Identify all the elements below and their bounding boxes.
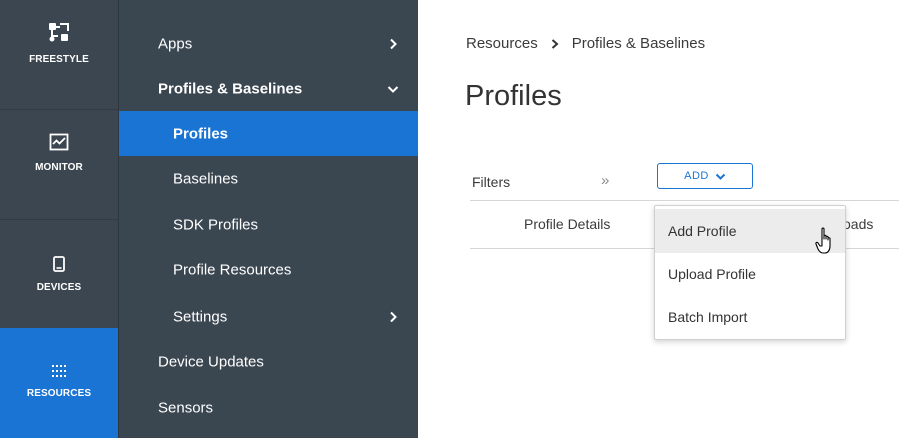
rail-item-label: FREESTYLE: [29, 54, 89, 65]
rail-item-freestyle[interactable]: FREESTYLE: [0, 0, 118, 110]
nav-item-profiles-baselines[interactable]: Profiles & Baselines: [119, 66, 419, 111]
nav-item-baselines[interactable]: Baselines: [119, 156, 419, 201]
resources-icon: [51, 364, 67, 378]
sub-navigation: Apps Profiles & Baselines Profiles Basel…: [118, 0, 419, 438]
nav-item-settings[interactable]: Settings: [119, 294, 419, 339]
nav-item-label: SDK Profiles: [173, 216, 259, 233]
nav-item-label: Baselines: [173, 170, 239, 187]
chevron-right-icon: [390, 38, 397, 49]
nav-item-label: Device Updates: [158, 353, 264, 370]
nav-item-label: Sensors: [158, 399, 214, 416]
menu-item-upload-profile[interactable]: Upload Profile: [655, 252, 845, 296]
hand-cursor-icon: [815, 227, 831, 254]
chevron-down-icon: [715, 173, 726, 180]
add-button[interactable]: ADD: [657, 163, 753, 189]
chevron-down-icon: [387, 85, 399, 93]
menu-item-label: Add Profile: [668, 223, 737, 239]
nav-item-sdk-profiles[interactable]: SDK Profiles: [119, 202, 419, 247]
rail-item-label: RESOURCES: [26, 388, 92, 399]
add-button-label: ADD: [684, 170, 709, 182]
nav-item-label: Apps: [158, 35, 193, 52]
device-icon: [53, 256, 65, 272]
monitor-icon: [49, 132, 69, 152]
breadcrumb-current: Profiles & Baselines: [571, 35, 706, 52]
menu-item-label: Upload Profile: [668, 266, 756, 282]
rail-item-devices[interactable]: DEVICES: [0, 220, 118, 330]
rail-item-resources[interactable]: RESOURCES: [0, 328, 118, 438]
expand-filters-icon[interactable]: »: [601, 172, 609, 189]
freestyle-icon: [48, 22, 70, 44]
nav-item-device-updates[interactable]: Device Updates: [119, 339, 419, 384]
nav-item-sensors[interactable]: Sensors: [119, 385, 419, 430]
rail-item-label: MONITOR: [35, 162, 83, 173]
chevron-right-icon: [551, 38, 559, 49]
rail-item-monitor[interactable]: MONITOR: [0, 110, 118, 220]
icon-rail: FREESTYLE MONITOR DEVICES RESOURCES: [0, 0, 118, 438]
add-dropdown-menu: Add Profile Upload Profile Batch Import: [654, 205, 846, 340]
filters-toggle[interactable]: Filters: [472, 174, 510, 190]
nav-item-apps[interactable]: Apps: [119, 21, 419, 66]
page-title: Profiles: [465, 80, 562, 112]
rail-item-label: DEVICES: [36, 282, 82, 293]
chevron-right-icon: [390, 311, 397, 322]
nav-item-profiles[interactable]: Profiles: [119, 111, 419, 156]
nav-item-label: Settings: [173, 308, 228, 325]
menu-item-batch-import[interactable]: Batch Import: [655, 295, 845, 339]
breadcrumb: Resources Profiles & Baselines: [466, 35, 705, 52]
nav-item-label: Profiles: [173, 125, 229, 142]
nav-item-profile-resources[interactable]: Profile Resources: [119, 247, 419, 292]
nav-item-label: Profile Resources: [173, 261, 292, 278]
column-header-downloads[interactable]: oads: [843, 216, 873, 232]
column-header-profile-details[interactable]: Profile Details: [524, 216, 610, 232]
nav-item-label: Profiles & Baselines: [158, 80, 303, 97]
breadcrumb-root-link[interactable]: Resources: [466, 35, 538, 52]
menu-item-label: Batch Import: [668, 309, 748, 325]
